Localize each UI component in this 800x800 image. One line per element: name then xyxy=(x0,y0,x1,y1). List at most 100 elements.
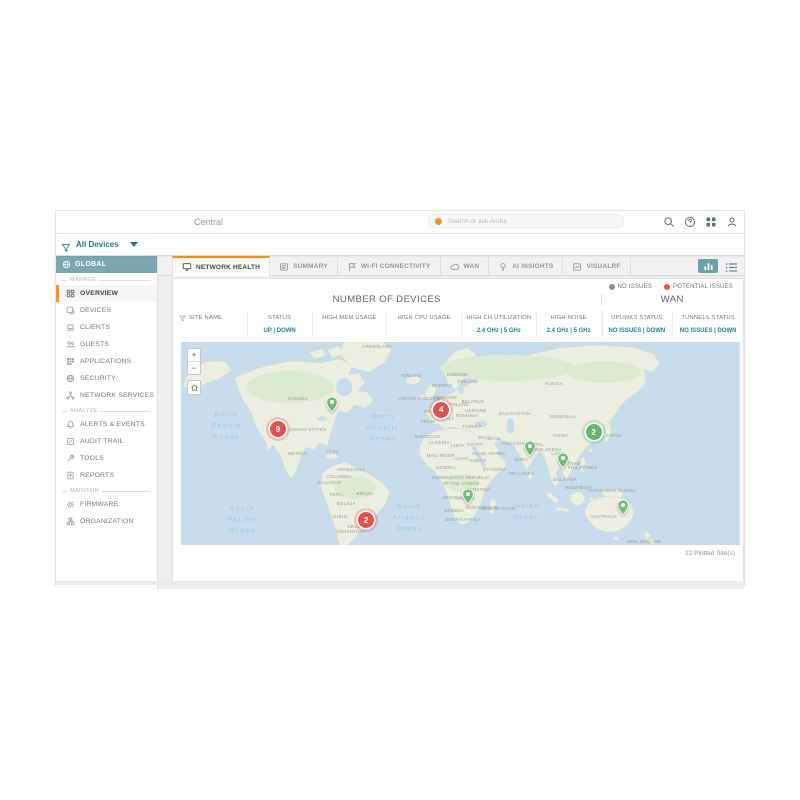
network-health-card: NO ISSUESPOTENTIAL ISSUES NUMBER OF DEVI… xyxy=(172,278,744,582)
footer-strip xyxy=(56,581,744,585)
devices-icon xyxy=(66,306,75,315)
column-site-name: SITE NAME xyxy=(173,311,247,337)
country-label: CHAD xyxy=(455,456,469,462)
column-subvalues: NO ISSUES | DOWN xyxy=(673,325,743,337)
tab-summary[interactable]: SUMMARY xyxy=(270,256,338,275)
sidebar-item-label: REPORTS xyxy=(80,472,114,479)
map-site-pin[interactable] xyxy=(617,499,630,516)
filter-funnel-icon xyxy=(61,240,71,250)
map-site-pin[interactable] xyxy=(524,440,537,457)
country-label: SUDAN xyxy=(469,458,486,464)
chevron-down-icon[interactable] xyxy=(130,242,138,247)
tab-ai-insights[interactable]: AI INSIGHTS xyxy=(489,256,563,275)
clients-icon xyxy=(66,323,75,332)
country-label: SOUTH AFRICA xyxy=(445,517,481,523)
home-icon xyxy=(190,383,199,392)
user-icon[interactable] xyxy=(726,215,738,227)
global-search[interactable] xyxy=(428,214,624,228)
tab-label: SUMMARY xyxy=(293,263,328,270)
tab-visualrf[interactable]: VISUALRF xyxy=(563,256,630,275)
country-label: ECUADOR xyxy=(317,480,341,486)
country-label: SAUDI ARABIA xyxy=(472,451,506,457)
device-filter-bar[interactable]: All Devices xyxy=(56,234,744,256)
sidebar-item-organization[interactable]: ORGANIZATION xyxy=(56,513,157,530)
sidebar-item-devices[interactable]: DEVICES xyxy=(56,302,157,319)
country-label: FINLAND xyxy=(458,379,479,385)
tab-bar-tabs: NETWORK HEALTH SUMMARY WI-FI CONNECTIVITY W… xyxy=(172,256,631,275)
help-icon[interactable] xyxy=(684,215,696,227)
column-header: UPLINKS STATUS xyxy=(602,311,673,325)
section-label-text: ANALYZE xyxy=(70,408,97,414)
group-header-wan: WAN xyxy=(601,294,744,305)
sidebar-item-overview[interactable]: OVERVIEW xyxy=(56,285,157,302)
map-site-pin[interactable] xyxy=(461,488,474,505)
country-label: PAKISTAN xyxy=(502,441,525,447)
sidebar-item-guests[interactable]: GUESTS xyxy=(56,336,157,353)
map-site-cluster[interactable]: 2 xyxy=(358,512,374,528)
tab-wi-fi-connectivity[interactable]: WI-FI CONNECTIVITY xyxy=(338,256,441,275)
sidebar-section-label: MAINTAIN xyxy=(56,484,157,496)
sidebar-item-clients[interactable]: CLIENTS xyxy=(56,319,157,336)
list-view-icon[interactable] xyxy=(725,260,738,271)
sidebar: GLOBAL MANAGEOVERVIEWDEVICESCLIENTSGUEST… xyxy=(56,256,158,589)
country-label: INDIA xyxy=(515,457,528,463)
legend-label: POTENTIAL ISSUES xyxy=(673,284,733,290)
world-map[interactable]: GREENLANDCANADAUNITED STATESMEXICOCUBAIC… xyxy=(181,342,740,545)
sidebar-item-audit-trail[interactable]: AUDIT TRAIL xyxy=(56,433,157,450)
sidebar-item-firmware[interactable]: FIRMWARE xyxy=(56,496,157,513)
ocean-label: NorthPacificOcean xyxy=(212,409,242,442)
country-label: NIGERIA xyxy=(436,465,456,471)
sidebar-item-label: ORGANIZATION xyxy=(80,518,134,525)
security-icon xyxy=(66,374,75,383)
country-label: ROMANIA xyxy=(456,413,478,419)
tab-label: NETWORK HEALTH xyxy=(196,264,260,271)
sidebar-item-alerts-events[interactable]: ALERTS & EVENTS xyxy=(56,416,157,433)
top-bar: Central xyxy=(56,211,744,234)
map-site-pin[interactable] xyxy=(326,396,339,413)
map-home-button[interactable] xyxy=(187,380,201,395)
sidebar-item-tools[interactable]: TOOLS xyxy=(56,450,157,467)
sidebar-item-security[interactable]: SECURITY xyxy=(56,370,157,387)
app-body: GLOBAL MANAGEOVERVIEWDEVICESCLIENTSGUEST… xyxy=(56,256,744,589)
map-site-cluster[interactable]: 2 xyxy=(586,424,602,440)
country-label: KAZAKHSTAN xyxy=(499,411,531,417)
column-subvalues xyxy=(173,325,247,337)
column-header: HIGH MEM USAGE xyxy=(313,311,387,325)
map-site-pin[interactable] xyxy=(556,452,569,469)
search-icon[interactable] xyxy=(663,215,675,227)
map-site-cluster[interactable]: 4 xyxy=(433,402,449,418)
legend-item-potential-issues: POTENTIAL ISSUES xyxy=(664,284,733,290)
sidebar-nav: MANAGEOVERVIEWDEVICESCLIENTSGUESTSAPPLIC… xyxy=(56,273,157,530)
tab-label: VISUALRF xyxy=(586,263,620,270)
country-label: MADAGASCAR xyxy=(482,506,516,512)
column-filter-icon[interactable] xyxy=(179,315,186,322)
column-subvalues: 2.4 GHz | 5 GHz xyxy=(462,325,536,337)
cloud-icon xyxy=(450,262,460,272)
zoom-out-button[interactable]: − xyxy=(188,361,200,374)
zoom-in-button[interactable]: + xyxy=(188,349,200,361)
grid-icon xyxy=(66,289,75,298)
globe-icon xyxy=(62,260,71,269)
sidebar-item-label: APPLICATIONS xyxy=(80,358,131,365)
legend: NO ISSUESPOTENTIAL ISSUES xyxy=(609,284,733,290)
column-high-mem-usage: HIGH MEM USAGE xyxy=(312,311,387,337)
global-search-input[interactable] xyxy=(446,217,617,226)
chart-view-button[interactable] xyxy=(698,259,718,273)
sidebar-item-network-services[interactable]: NETWORK SERVICES xyxy=(56,387,157,404)
column-header: HIGH CH UTILIZATION xyxy=(462,311,536,325)
sidebar-item-label: OVERVIEW xyxy=(80,290,118,297)
tab-wan[interactable]: WAN xyxy=(441,256,490,275)
visualrf-icon xyxy=(572,262,582,272)
sidebar-item-label: NETWORK SERVICES xyxy=(80,392,154,399)
sidebar-section-label: ANALYZE xyxy=(56,404,157,416)
apps-grid-icon[interactable] xyxy=(705,215,717,227)
map-site-cluster[interactable]: 9 xyxy=(270,421,286,437)
wific-icon xyxy=(347,262,357,272)
map-zoom-control: + − xyxy=(187,348,201,375)
sidebar-item-reports[interactable]: REPORTS xyxy=(56,467,157,484)
country-label: BELARUS xyxy=(462,399,484,405)
tab-network-health[interactable]: NETWORK HEALTH xyxy=(172,256,270,276)
tab-label: WAN xyxy=(464,263,480,270)
sidebar-scope-header[interactable]: GLOBAL xyxy=(56,256,157,273)
sidebar-item-applications[interactable]: APPLICATIONS xyxy=(56,353,157,370)
